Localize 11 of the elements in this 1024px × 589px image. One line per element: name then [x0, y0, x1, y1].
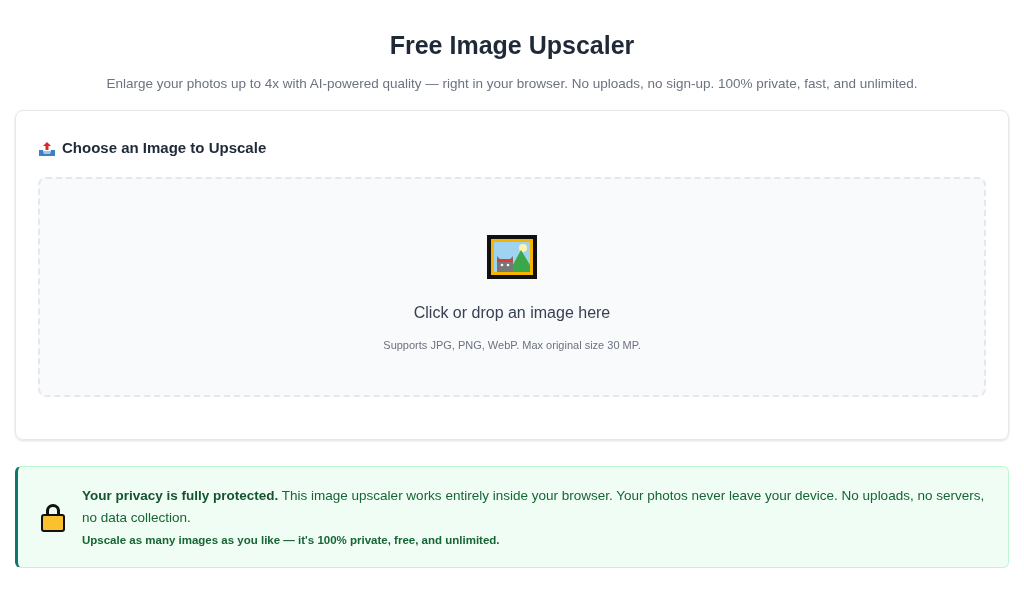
privacy-note: Upscale as many images as you like — it's 100% private, free, and unlimited. — [82, 532, 501, 548]
drop-zone-hint: Supports JPG, PNG, WebP. Max original size 30 MP. — [383, 337, 641, 353]
framed-picture-icon — [487, 234, 537, 279]
page-subtitle: Enlarge your photos up to 4x with AI-powered quality — right in your browser. No uploads, no sign-up. 100% private, fast, and unlimited. — [106, 75, 918, 93]
card-heading: Choose an Image to Upscale — [62, 138, 267, 159]
drop-zone-label: Click or drop an image here — [413, 302, 611, 323]
privacy-message: Your privacy is fully protected. This image upscaler works entirely inside your browser. Your photos never leave your device. No uploads, no servers, no data collection. — [82, 486, 986, 527]
page-title: Free Image Upscaler — [389, 30, 635, 60]
drop-zone[interactable]: Click or drop an image here Supports JPG, PNG, WebP. Max original size 30 MP. — [38, 176, 986, 397]
padlock-icon — [40, 501, 66, 532]
upload-tray-icon — [38, 140, 56, 157]
